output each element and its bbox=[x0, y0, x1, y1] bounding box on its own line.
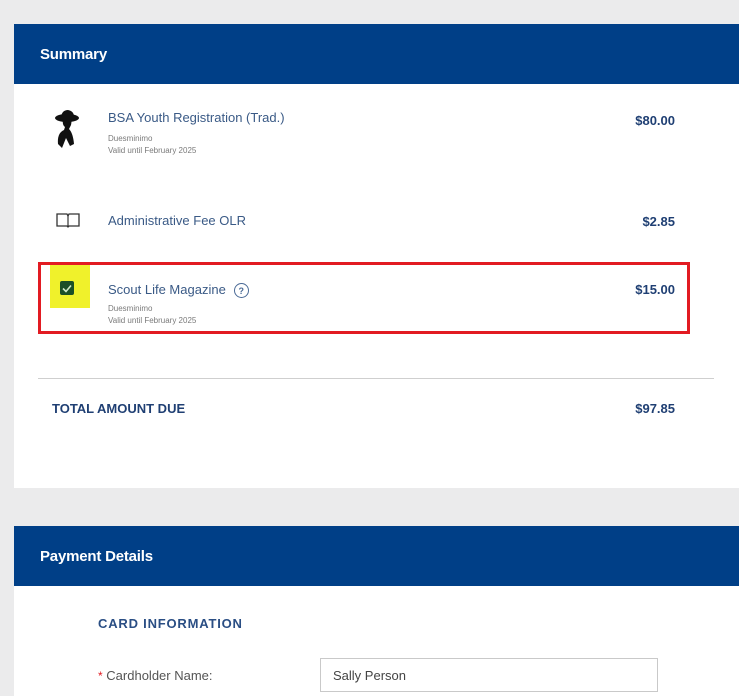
cardholder-label-text: Cardholder Name: bbox=[106, 668, 213, 683]
highlight-box bbox=[38, 262, 690, 334]
cardholder-name-input[interactable] bbox=[320, 658, 658, 692]
payment-panel: Payment Details CARD INFORMATION * Cardh… bbox=[14, 526, 739, 696]
scout-silhouette-icon bbox=[52, 108, 82, 155]
item-validity: Valid until February 2025 bbox=[108, 146, 197, 155]
line-item-admin-fee: Administrative Fee OLR $2.85 bbox=[14, 208, 739, 238]
cardholder-label: * Cardholder Name: bbox=[98, 668, 213, 683]
card-information-heading: CARD INFORMATION bbox=[98, 616, 243, 631]
item-name: BSA Youth Registration (Trad.) bbox=[108, 110, 285, 125]
summary-header: Summary bbox=[14, 24, 739, 84]
total-label: TOTAL AMOUNT DUE bbox=[52, 401, 186, 416]
divider bbox=[38, 378, 714, 379]
payment-header: Payment Details bbox=[14, 526, 739, 586]
total-value: $97.85 bbox=[635, 401, 675, 416]
item-subtitle: Duesminimo bbox=[108, 134, 153, 143]
book-icon bbox=[56, 212, 80, 233]
item-price: $80.00 bbox=[635, 113, 675, 128]
item-price: $2.85 bbox=[642, 214, 675, 229]
summary-panel: Summary BSA Youth Registration (Trad.) D… bbox=[14, 24, 739, 488]
item-name: Administrative Fee OLR bbox=[108, 213, 246, 228]
required-marker: * bbox=[98, 669, 103, 683]
line-item-youth-registration: BSA Youth Registration (Trad.) Duesminim… bbox=[14, 104, 739, 174]
